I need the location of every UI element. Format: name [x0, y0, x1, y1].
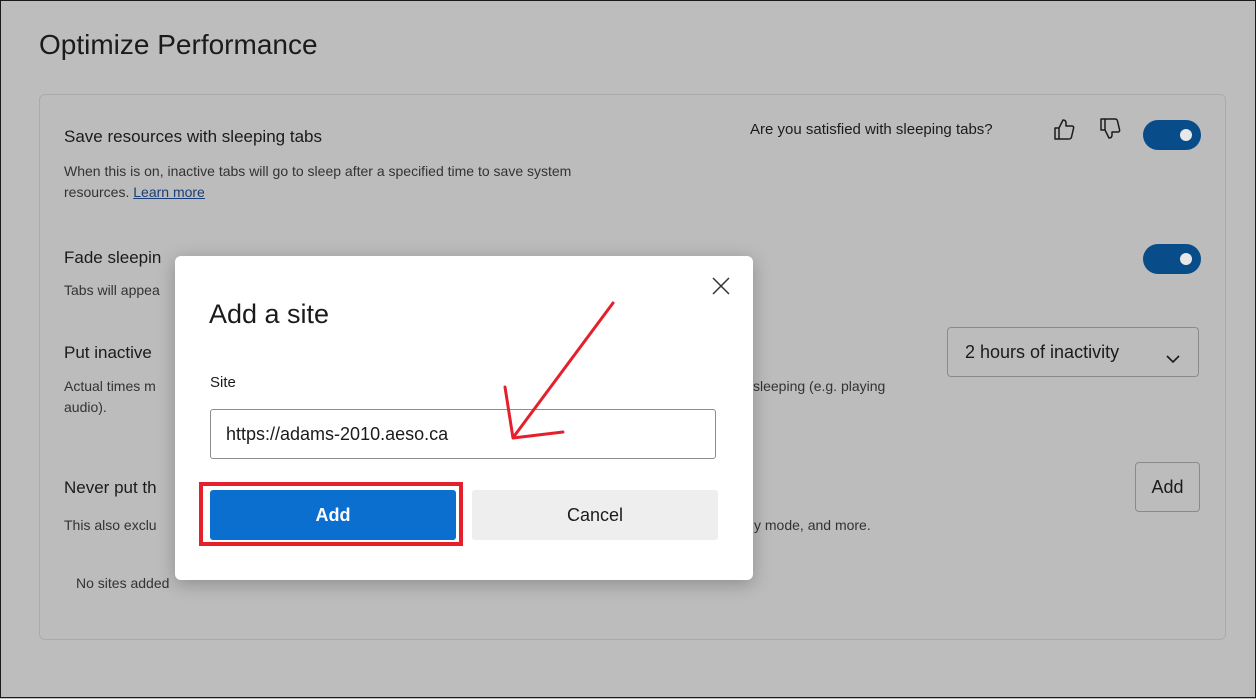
dialog-cancel-button[interactable]: Cancel — [472, 490, 718, 540]
never-sleep-description-right: y mode, and more. — [754, 517, 871, 533]
inactive-tabs-title: Put inactive — [64, 343, 152, 362]
fade-tabs-title: Fade sleepin — [64, 248, 162, 267]
inactive-tabs-description-left: Actual times m audio). — [64, 376, 156, 418]
fade-tabs-description: Tabs will appea — [64, 282, 160, 298]
site-field-label: Site — [210, 374, 236, 391]
sleeping-tabs-description: When this is on, inactive tabs will go t… — [64, 161, 571, 203]
sleeping-tabs-toggle[interactable] — [1143, 120, 1201, 150]
sleeping-tabs-desc-line2: resources. — [64, 184, 134, 200]
inactive-tabs-description-right: sleeping (e.g. playing — [753, 378, 886, 394]
learn-more-link[interactable]: Learn more — [133, 184, 205, 200]
page-title: Optimize Performance — [39, 29, 318, 60]
chevron-down-icon — [1166, 348, 1180, 369]
inactive-desc-line1: Actual times m — [64, 378, 156, 394]
no-sites-text: No sites added — [76, 575, 170, 591]
close-icon[interactable] — [708, 273, 734, 299]
dialog-add-button[interactable]: Add — [210, 490, 456, 540]
fade-tabs-toggle[interactable] — [1143, 244, 1201, 274]
inactive-desc-line2: audio). — [64, 399, 107, 415]
settings-window: Optimize Performance Save resources with… — [0, 0, 1256, 698]
thumbs-down-icon[interactable] — [1096, 115, 1124, 143]
inactivity-dropdown-value: 2 hours of inactivity — [965, 342, 1120, 362]
never-sleep-description-left: This also exclu — [64, 517, 157, 533]
feedback-question: Are you satisfied with sleeping tabs? — [750, 121, 993, 138]
toggle-knob — [1180, 253, 1192, 265]
inactivity-dropdown[interactable]: 2 hours of inactivity — [947, 327, 1199, 377]
add-site-dialog: Add a site Site Add Cancel — [175, 256, 753, 580]
add-site-button[interactable]: Add — [1135, 462, 1200, 512]
sleeping-tabs-desc-line1: When this is on, inactive tabs will go t… — [64, 163, 572, 179]
never-sleep-title: Never put th — [64, 478, 157, 497]
thumbs-up-icon[interactable] — [1050, 115, 1078, 143]
site-input[interactable] — [210, 409, 716, 459]
dialog-title: Add a site — [209, 299, 330, 329]
toggle-knob — [1180, 129, 1192, 141]
sleeping-tabs-title: Save resources with sleeping tabs — [64, 127, 322, 146]
